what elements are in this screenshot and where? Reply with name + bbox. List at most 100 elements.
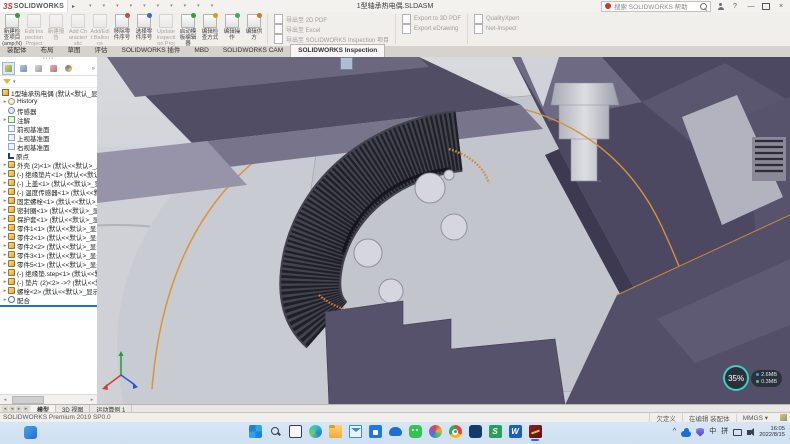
tree-item[interactable]: ▸ 配合 — [0, 295, 97, 304]
restore-button[interactable] — [762, 3, 770, 10]
quick-access-button[interactable]: ▾ — [83, 2, 92, 11]
taskbar-app-button[interactable] — [388, 425, 403, 441]
quick-access-button[interactable]: ▾ — [110, 2, 119, 11]
ribbon-button[interactable]: 新建报告 — [45, 12, 67, 41]
taskbar-app-button[interactable] — [408, 425, 423, 441]
taskbar-app-button[interactable] — [248, 425, 263, 441]
tag-icon[interactable] — [780, 414, 787, 421]
ribbon-tab[interactable]: MBD — [187, 45, 215, 57]
ribbon-button[interactable]: 选择零件序号 — [133, 12, 155, 41]
export-menu-item[interactable]: 导出至 SOLIDWORKS Inspection 项目 — [274, 34, 389, 44]
rollback-bar[interactable] — [0, 305, 97, 307]
tab-propertymanager[interactable] — [17, 62, 30, 75]
taskbar-app-button[interactable] — [268, 425, 283, 441]
tree-item-icon — [8, 260, 15, 267]
quick-access-button[interactable]: ▾ — [205, 2, 214, 11]
taskbar-app-button[interactable] — [528, 425, 543, 441]
search-icon[interactable] — [700, 3, 707, 10]
tab-displaymanager[interactable] — [62, 62, 75, 75]
quick-access-button[interactable]: ▾ — [137, 2, 146, 11]
export-menu-item[interactable]: QualityXpert — [474, 14, 519, 24]
quick-access-button[interactable]: ▾ — [97, 2, 106, 11]
volume-icon[interactable] — [747, 430, 751, 435]
tab-configurationmanager[interactable] — [32, 62, 45, 75]
security-shield-icon[interactable] — [696, 428, 704, 437]
clock[interactable]: 16:05 2022/8/15 — [759, 426, 785, 439]
filter-funnel-icon[interactable] — [3, 79, 11, 84]
search-input[interactable]: 搜索 SOLIDWORKS 帮助 — [601, 1, 711, 12]
menu-expand-arrow-icon[interactable]: ▸ — [72, 3, 75, 10]
solidworks-logo[interactable]: 3S SOLIDWORKS — [0, 0, 68, 12]
model-right-fins[interactable] — [752, 137, 786, 181]
export-menu-item[interactable]: 导出至 Excel — [274, 24, 389, 34]
taskbar-app-button[interactable]: S — [488, 425, 503, 441]
user-account-icon[interactable] — [717, 3, 724, 10]
taskbar-app-button[interactable] — [328, 425, 343, 441]
ribbon-button[interactable]: Add Characteristic — [67, 12, 89, 47]
ribbon-button[interactable]: 编辑检查方式 — [199, 12, 221, 41]
app-icon-letter — [429, 425, 442, 438]
ime-language-indicator[interactable]: 中 — [709, 425, 716, 439]
quick-access-button[interactable]: ▾ — [178, 2, 187, 11]
minimize-button[interactable]: — — [746, 3, 756, 10]
units-selector[interactable]: MMGS ▾ — [736, 414, 774, 422]
tab-featuremanager[interactable] — [2, 62, 15, 75]
ribbon-tab[interactable]: 评估 — [88, 45, 115, 57]
export-menu-item[interactable]: 导出至 2D PDF — [274, 14, 389, 24]
view-tool-button[interactable] — [324, 57, 337, 70]
taskbar-app-button[interactable] — [368, 425, 383, 441]
open-indicator — [352, 439, 358, 441]
ribbon-button[interactable]: Add/Edit Balloons — [89, 12, 111, 47]
taskbar-app-button[interactable] — [288, 425, 303, 441]
panel-tab-overflow[interactable]: » — [92, 66, 95, 72]
ime-mode-indicator[interactable]: 拼 — [721, 425, 728, 439]
help-button[interactable]: ? — [730, 3, 740, 10]
scroll-right-icon[interactable]: ▸ — [87, 397, 97, 403]
taskbar-app-button[interactable] — [468, 425, 483, 441]
ribbon-tab[interactable]: SOLIDWORKS CAM — [216, 45, 290, 57]
ribbon-tab[interactable]: SOLIDWORKS Inspection — [290, 44, 385, 57]
ribbon-button[interactable]: 新建检查项目 (amp;N) — [1, 12, 23, 47]
view-tool-button[interactable] — [372, 57, 385, 70]
taskbar-app-button[interactable]: W — [508, 425, 523, 441]
graphics-viewport[interactable]: // prefix heads-up icon classes after re… — [97, 57, 790, 405]
quick-access-button[interactable]: ▾ — [164, 2, 173, 11]
view-tool-button[interactable] — [292, 57, 305, 70]
ribbon-button[interactable]: 启动模板编辑器 — [177, 12, 199, 47]
taskbar-app-button[interactable] — [348, 425, 363, 441]
ribbon-tab[interactable]: 草图 — [61, 45, 88, 57]
app-icon — [369, 425, 382, 438]
view-tool-button[interactable] — [388, 57, 401, 70]
ribbon-button[interactable]: 编辑操作 — [221, 12, 243, 41]
ribbon-tab[interactable]: 布局 — [34, 45, 61, 57]
scrollbar-thumb[interactable] — [12, 396, 44, 404]
tree-item[interactable]: 1型轴承热电偶 (默认<默认_显示状态-1 — [0, 88, 97, 97]
tab-dimxpertmanager[interactable] — [47, 62, 60, 75]
taskbar-app-button[interactable] — [448, 425, 463, 441]
ribbon-tab[interactable]: 装配体 — [0, 45, 34, 57]
view-tool-button[interactable] — [420, 57, 433, 70]
scroll-left-icon[interactable]: ◂ — [0, 397, 10, 403]
view-tool-button[interactable] — [404, 57, 417, 70]
onedrive-tray-icon[interactable] — [681, 431, 691, 437]
view-tool-button[interactable] — [356, 57, 369, 70]
ribbon-button[interactable]: Edit Inspection Project — [23, 12, 45, 47]
view-tool-button[interactable] — [308, 57, 321, 70]
taskbar-app-button[interactable] — [428, 425, 443, 441]
cad-model[interactable] — [97, 57, 790, 405]
export-menu-item[interactable]: Export eDrawing — [402, 24, 461, 34]
ribbon-button[interactable]: 编辑供方 — [243, 12, 265, 41]
quick-access-button[interactable]: ▾ — [191, 2, 200, 11]
quick-access-button[interactable]: ▾ — [124, 2, 133, 11]
chevron-down-icon[interactable]: ▾ — [13, 79, 16, 85]
quick-access-button[interactable]: ▾ — [151, 2, 160, 11]
export-menu-item[interactable]: Net-Inspect — [474, 24, 519, 34]
hidden-icons-chevron[interactable]: ^ — [673, 425, 676, 439]
display-icon[interactable] — [733, 429, 742, 436]
view-tool-button[interactable] — [340, 57, 353, 70]
ribbon-button[interactable]: 移除零件序号 — [111, 12, 133, 41]
export-menu-item[interactable]: Export to 3D PDF — [402, 14, 461, 24]
close-button[interactable]: × — [776, 3, 786, 10]
ribbon-tab[interactable]: SOLIDWORKS 插件 — [115, 45, 188, 57]
taskbar-app-button[interactable] — [308, 425, 323, 441]
